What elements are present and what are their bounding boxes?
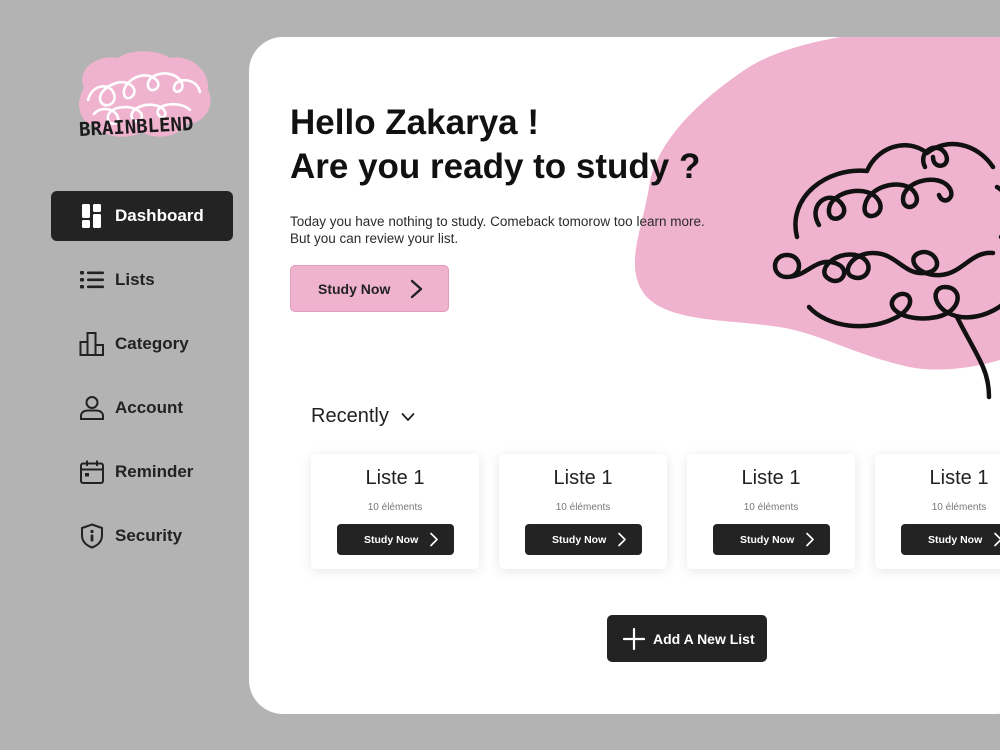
sidebar-item-lists[interactable]: Lists (51, 255, 233, 305)
list-card[interactable]: Liste 1 10 éléments Study Now (499, 454, 667, 569)
brainblend-logo (79, 51, 211, 137)
card-study-now-label: Study Now (740, 533, 795, 546)
main-panel: Hello Zakarya ! Are you ready to study ?… (249, 37, 1000, 714)
sidebar-item-account[interactable]: Account (51, 383, 233, 433)
sidebar-item-reminder[interactable]: Reminder (51, 447, 233, 497)
sidebar-item-security[interactable]: Security (51, 511, 233, 561)
chevron-right-icon (410, 279, 423, 299)
chevron-down-icon (401, 412, 415, 421)
card-study-now-button[interactable]: Study Now (901, 524, 1000, 555)
study-status-text: Today you have nothing to study. Comebac… (290, 213, 760, 247)
list-card-title: Liste 1 (365, 467, 425, 489)
dashboard-icon (79, 203, 105, 229)
list-card-count: 10 éléments (367, 502, 423, 513)
card-study-now-button[interactable]: Study Now (713, 524, 830, 555)
plus-icon (623, 627, 645, 650)
brain-illustration-icon (772, 141, 1000, 400)
greeting-line-1: Hello Zakarya ! (290, 103, 539, 142)
bar-chart-icon (79, 331, 105, 357)
list-icon (79, 267, 105, 293)
chevron-right-icon (994, 532, 1000, 547)
card-study-now-label: Study Now (928, 533, 983, 546)
list-card-title: Liste 1 (553, 467, 613, 489)
study-now-label: Study Now (318, 280, 391, 297)
subtext-line-2: But you can review your list. (290, 231, 459, 246)
sidebar-item-label: Reminder (115, 462, 194, 481)
card-study-now-label: Study Now (552, 533, 607, 546)
list-card[interactable]: Liste 1 10 éléments Study Now (687, 454, 855, 569)
greeting-heading: Hello Zakarya ! Are you ready to study ? (290, 101, 700, 189)
add-new-list-label: Add A New List (653, 630, 755, 647)
subtext-line-1: Today you have nothing to study. Comebac… (290, 214, 705, 229)
card-study-now-button[interactable]: Study Now (525, 524, 642, 555)
list-card-title: Liste 1 (741, 467, 801, 489)
sidebar-item-label: Category (115, 334, 189, 353)
list-card-count: 10 éléments (743, 502, 799, 513)
list-card[interactable]: Liste 1 10 éléments Study Now (311, 454, 479, 569)
card-study-now-label: Study Now (364, 533, 419, 546)
sidebar-item-category[interactable]: Category (51, 319, 233, 369)
list-card-count: 10 éléments (931, 502, 987, 513)
sidebar-item-label: Security (115, 526, 183, 545)
recently-label: Recently (311, 405, 389, 427)
sidebar-item-label: Lists (115, 270, 155, 289)
user-icon (79, 395, 105, 421)
add-new-list-button[interactable]: Add A New List (607, 615, 767, 662)
chevron-right-icon (618, 532, 626, 547)
calendar-icon (79, 459, 105, 485)
card-study-now-button[interactable]: Study Now (337, 524, 454, 555)
sidebar-item-label: Account (115, 398, 183, 417)
greeting-line-2: Are you ready to study ? (290, 147, 701, 186)
chevron-right-icon (430, 532, 438, 547)
shield-icon (79, 523, 105, 549)
list-card-title: Liste 1 (929, 467, 989, 489)
list-card-count: 10 éléments (555, 502, 611, 513)
study-now-button[interactable]: Study Now (290, 265, 449, 312)
chevron-right-icon (806, 532, 814, 547)
sidebar-item-label: Dashboard (115, 206, 204, 225)
list-card[interactable]: Liste 1 10 éléments Study Now (875, 454, 1000, 569)
sidebar-item-dashboard[interactable]: Dashboard (51, 191, 233, 241)
recently-dropdown[interactable]: Recently (311, 405, 415, 428)
